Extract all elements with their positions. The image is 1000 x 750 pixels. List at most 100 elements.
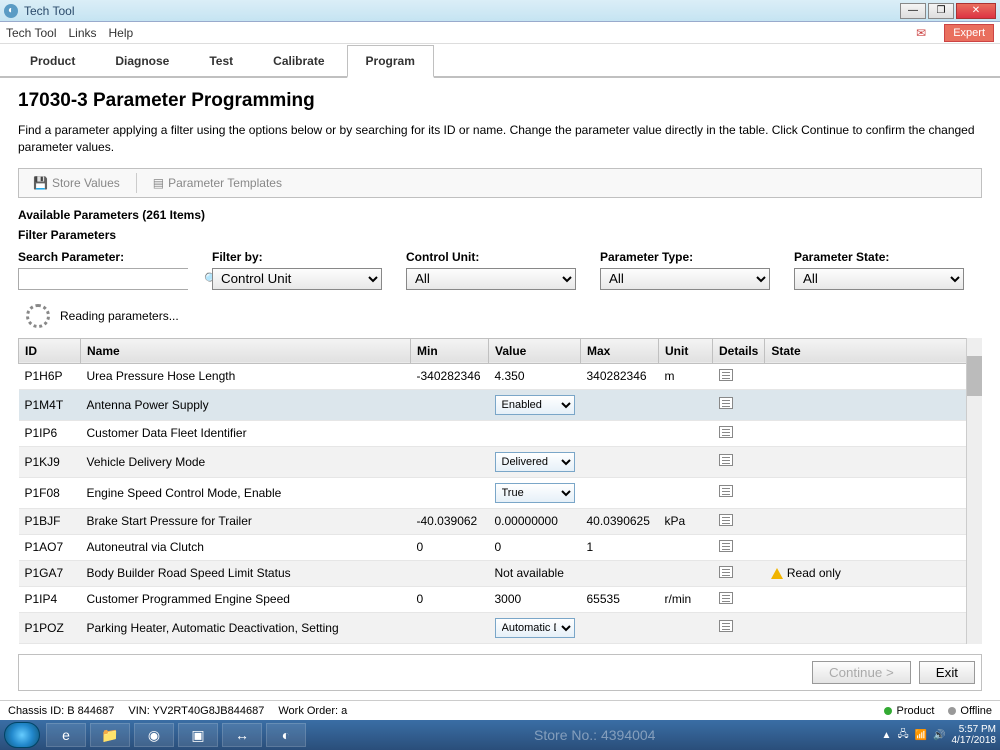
table-row[interactable]: P1BJFBrake Start Pressure for Trailer-40… [19, 508, 982, 534]
col-value[interactable]: Value [489, 338, 581, 363]
details-icon[interactable] [719, 426, 733, 438]
cell-min: 0 [411, 586, 489, 612]
menu-techtool[interactable]: Tech Tool [6, 26, 56, 40]
col-max[interactable]: Max [581, 338, 659, 363]
table-scrollbar[interactable] [966, 338, 982, 644]
cell-name: Customer Programmed Engine Speed [81, 586, 411, 612]
cell-details[interactable] [713, 446, 765, 477]
table-row[interactable]: P1POZParking Heater, Automatic Deactivat… [19, 612, 982, 643]
taskbar-teamviewer[interactable]: ↔ [222, 723, 262, 747]
col-state[interactable]: State [765, 338, 982, 363]
menubar: Tech Tool Links Help ✉ Expert [0, 22, 1000, 44]
menu-links[interactable]: Links [68, 26, 96, 40]
cell-details[interactable] [713, 363, 765, 389]
cell-details[interactable] [713, 389, 765, 420]
table-row[interactable]: P1KJ9Vehicle Delivery ModeDelivered [19, 446, 982, 477]
value-text[interactable]: 0 [495, 540, 502, 554]
exit-button[interactable]: Exit [919, 661, 975, 684]
details-icon[interactable] [719, 514, 733, 526]
value-text[interactable]: 4.350 [495, 369, 525, 383]
param-type-select[interactable]: All [600, 268, 770, 290]
tab-program[interactable]: Program [347, 45, 434, 78]
taskbar-ie[interactable]: e [46, 723, 86, 747]
cell-max: 340282346 [581, 363, 659, 389]
cell-details[interactable] [713, 560, 765, 586]
table-row[interactable]: P1GA7Body Builder Road Speed Limit Statu… [19, 560, 982, 586]
col-details[interactable]: Details [713, 338, 765, 363]
cell-unit: kPa [659, 508, 713, 534]
value-text[interactable]: 0.00000000 [495, 514, 558, 528]
cell-value: Automatic D [489, 612, 581, 643]
start-button[interactable] [4, 722, 40, 748]
tray-clock[interactable]: 5:57 PM 4/17/2018 [952, 724, 997, 746]
taskbar-chrome[interactable]: ◉ [134, 723, 174, 747]
window-title: Tech Tool [24, 4, 900, 18]
details-icon[interactable] [719, 454, 733, 466]
value-dropdown[interactable]: Enabled [495, 395, 575, 415]
expert-button[interactable]: Expert [944, 24, 994, 42]
value-dropdown[interactable]: Automatic D [495, 618, 575, 638]
store-values-button[interactable]: 💾 Store Values [25, 173, 128, 193]
table-row[interactable]: P1F08Engine Speed Control Mode, EnableTr… [19, 477, 982, 508]
table-row[interactable]: P1IP4Customer Programmed Engine Speed0 30… [19, 586, 982, 612]
cell-state: Read only [765, 560, 982, 586]
details-icon[interactable] [719, 620, 733, 632]
close-button[interactable]: ✕ [956, 3, 996, 19]
table-row[interactable]: P1AO7Autoneutral via Clutch001 [19, 534, 982, 560]
notification-icon[interactable]: ✉ [916, 26, 926, 40]
details-icon[interactable] [719, 369, 733, 381]
filter-row: Search Parameter: 🔍 Filter by: Control U… [18, 250, 982, 290]
tab-diagnose[interactable]: Diagnose [97, 46, 187, 76]
col-unit[interactable]: Unit [659, 338, 713, 363]
cell-details[interactable] [713, 477, 765, 508]
system-tray[interactable]: ▲ 🖧 📶 🔊 5:57 PM 4/17/2018 [882, 724, 996, 746]
taskbar-app1[interactable]: ▣ [178, 723, 218, 747]
param-type-label: Parameter Type: [600, 250, 770, 264]
parameter-templates-button[interactable]: ▤ Parameter Templates [145, 173, 290, 193]
cell-name: Brake Start Pressure for Trailer [81, 508, 411, 534]
value-text[interactable]: Not available [495, 566, 564, 580]
table-row[interactable]: P1IP6Customer Data Fleet Identifier [19, 420, 982, 446]
cell-id: P1IP4 [19, 586, 81, 612]
cell-details[interactable] [713, 534, 765, 560]
filter-by-select[interactable]: Control Unit [212, 268, 382, 290]
taskbar-explorer[interactable]: 📁 [90, 723, 130, 747]
cell-details[interactable] [713, 420, 765, 446]
cell-state [765, 612, 982, 643]
table-row[interactable]: P1M4TAntenna Power SupplyEnabled [19, 389, 982, 420]
col-name[interactable]: Name [81, 338, 411, 363]
details-icon[interactable] [719, 566, 733, 578]
tab-product[interactable]: Product [12, 46, 93, 76]
param-state-select[interactable]: All [794, 268, 964, 290]
details-icon[interactable] [719, 397, 733, 409]
details-icon[interactable] [719, 540, 733, 552]
taskbar-techtool[interactable]: ◐ [266, 723, 306, 747]
value-text[interactable]: 3000 [495, 592, 522, 606]
table-row[interactable]: P1H6PUrea Pressure Hose Length-340282346… [19, 363, 982, 389]
minimize-button[interactable]: — [900, 3, 926, 19]
menu-help[interactable]: Help [109, 26, 134, 40]
continue-button[interactable]: Continue > [812, 661, 911, 684]
cell-value: 0.00000000 [489, 508, 581, 534]
cell-min [411, 612, 489, 643]
tab-test[interactable]: Test [191, 46, 251, 76]
col-min[interactable]: Min [411, 338, 489, 363]
value-dropdown[interactable]: Delivered [495, 452, 575, 472]
control-unit-select[interactable]: All [406, 268, 576, 290]
cell-details[interactable] [713, 586, 765, 612]
cell-max [581, 389, 659, 420]
cell-details[interactable] [713, 508, 765, 534]
cell-name: Body Builder Road Speed Limit Status [81, 560, 411, 586]
cell-id: P1POZ [19, 612, 81, 643]
col-id[interactable]: ID [19, 338, 81, 363]
search-input[interactable] [19, 269, 204, 289]
tray-volume-icon: 🔊 [933, 730, 945, 741]
value-dropdown[interactable]: True [495, 483, 575, 503]
tab-calibrate[interactable]: Calibrate [255, 46, 342, 76]
cell-details[interactable] [713, 612, 765, 643]
status-bar: Chassis ID: B 844687 VIN: YV2RT40G8JB844… [0, 700, 1000, 720]
cell-min [411, 389, 489, 420]
maximize-button[interactable]: ❐ [928, 3, 954, 19]
details-icon[interactable] [719, 485, 733, 497]
details-icon[interactable] [719, 592, 733, 604]
